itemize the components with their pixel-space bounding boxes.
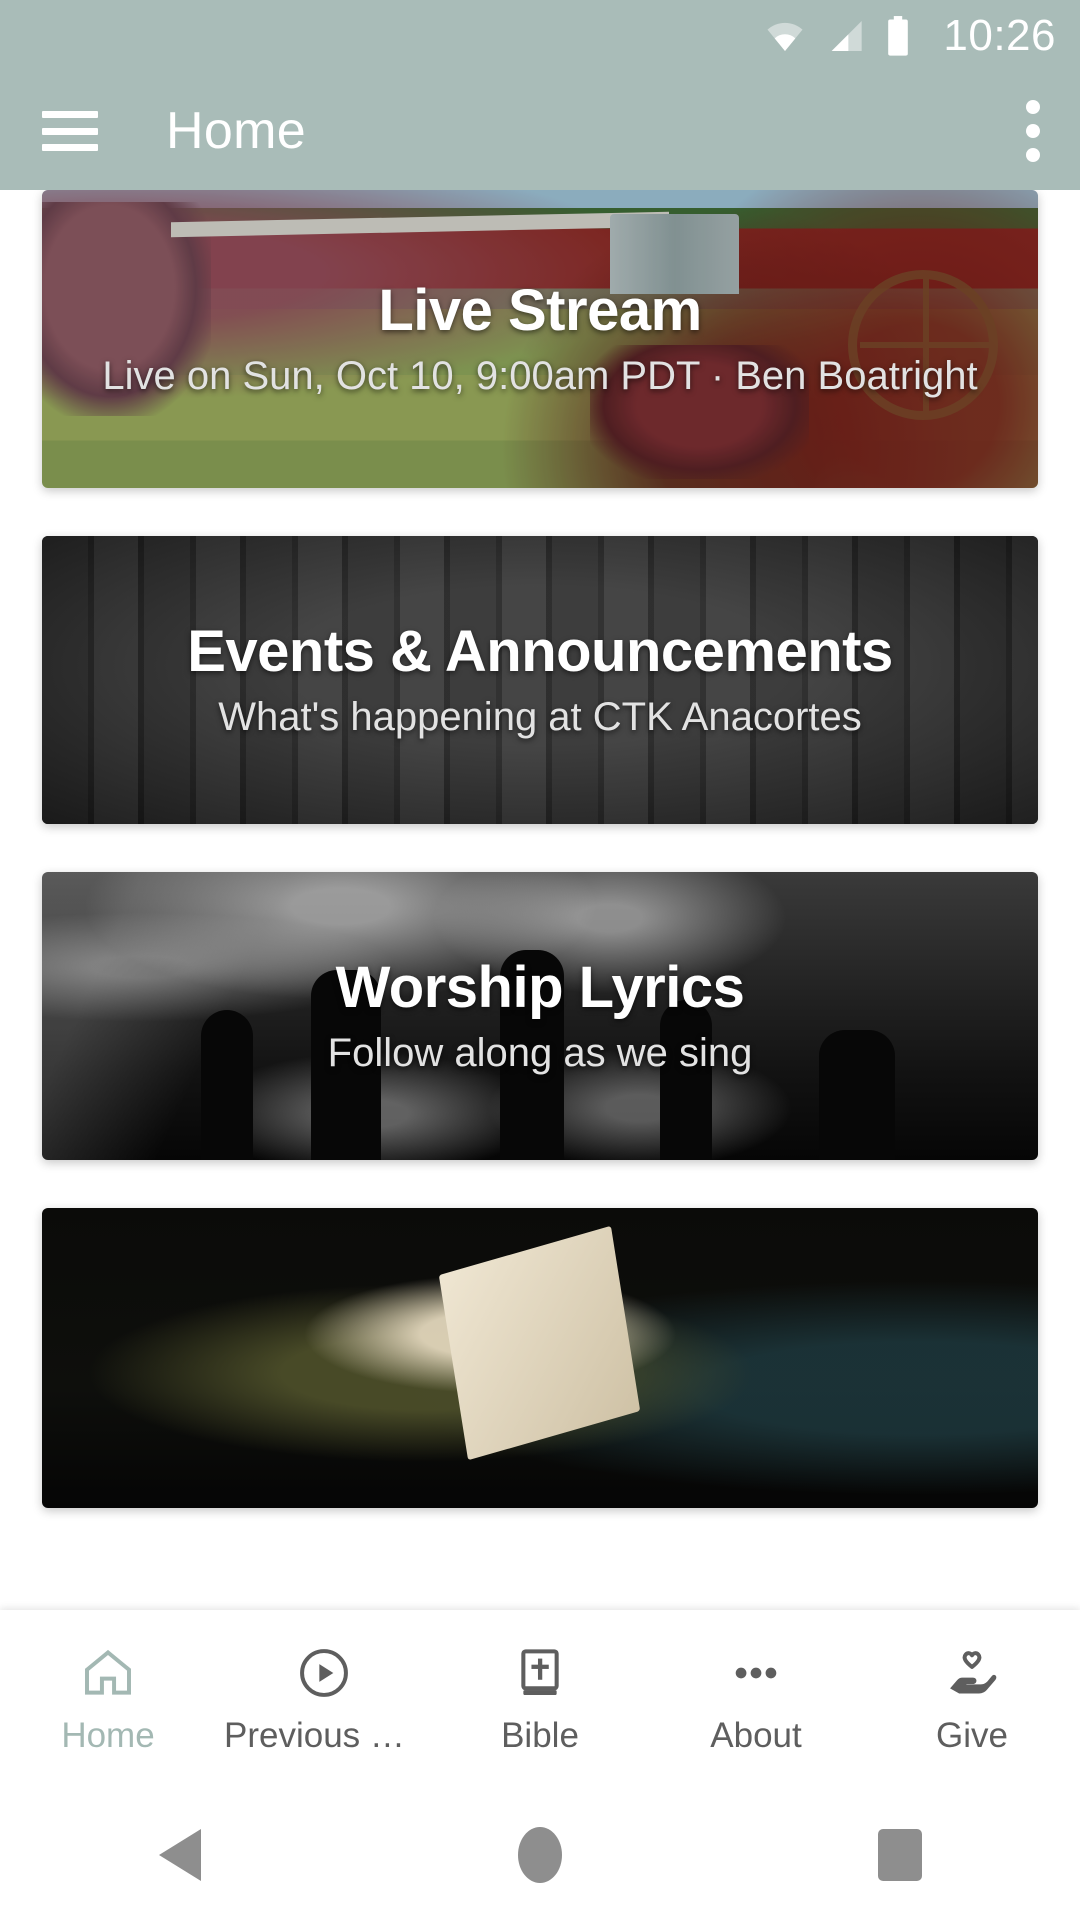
- card-subtitle: What's happening at CTK Anacortes: [218, 695, 862, 740]
- card-events-announcements[interactable]: Events & Announcements What's happening …: [42, 536, 1038, 824]
- battery-full-icon: [888, 16, 909, 56]
- bottom-navigation: Home Previous Se… Bible: [0, 1610, 1080, 1790]
- card-title: Live Stream: [378, 277, 702, 343]
- play-circle-icon: [296, 1644, 352, 1702]
- card-title: Events & Announcements: [187, 618, 893, 684]
- nav-label-bible: Bible: [501, 1716, 579, 1755]
- system-navigation-bar: [0, 1790, 1080, 1920]
- page-title: Home: [166, 102, 306, 160]
- recents-button[interactable]: [810, 1790, 990, 1920]
- status-bar: 10:26: [0, 0, 1080, 72]
- card-live-stream[interactable]: Live Stream Live on Sun, Oct 10, 9:00am …: [42, 190, 1038, 488]
- bible-reading-image: [42, 1208, 1038, 1508]
- nav-label-give: Give: [936, 1716, 1008, 1755]
- status-bar-clock: 10:26: [943, 11, 1056, 60]
- status-bar-icons: 10:26: [763, 11, 1056, 61]
- nav-label-previous-services: Previous Se…: [224, 1716, 424, 1755]
- nav-label-about: About: [710, 1716, 802, 1755]
- nav-item-bible[interactable]: Bible: [432, 1644, 648, 1756]
- nav-item-give[interactable]: Give: [864, 1644, 1080, 1756]
- hand-heart-icon: [943, 1644, 1001, 1702]
- card-list[interactable]: Live Stream Live on Sun, Oct 10, 9:00am …: [0, 190, 1080, 1620]
- card-subtitle: Follow along as we sing: [327, 1031, 753, 1076]
- card-title: Worship Lyrics: [335, 954, 745, 1020]
- more-vertical-icon[interactable]: [1026, 100, 1040, 162]
- home-icon: [80, 1644, 136, 1702]
- card-bible-reading[interactable]: [42, 1208, 1038, 1508]
- app-bar: Home: [0, 72, 1080, 190]
- app-root: 10:26 Home Live Stream Live on Sun, Oct …: [0, 0, 1080, 1920]
- home-button[interactable]: [450, 1790, 630, 1920]
- nav-item-home[interactable]: Home: [0, 1644, 216, 1756]
- wifi-icon: [767, 22, 803, 51]
- nav-item-previous-services[interactable]: Previous Se…: [216, 1644, 432, 1756]
- card-subtitle: Live on Sun, Oct 10, 9:00am PDT · Ben Bo…: [102, 354, 978, 399]
- hamburger-menu-icon[interactable]: [42, 111, 98, 151]
- nav-label-home: Home: [61, 1716, 155, 1755]
- bible-book-icon: [513, 1644, 567, 1702]
- cellular-signal-icon: [832, 21, 863, 51]
- card-worship-lyrics[interactable]: Worship Lyrics Follow along as we sing: [42, 872, 1038, 1160]
- nav-item-about[interactable]: About: [648, 1644, 864, 1756]
- more-horizontal-icon: [728, 1644, 784, 1702]
- back-button[interactable]: [90, 1790, 270, 1920]
